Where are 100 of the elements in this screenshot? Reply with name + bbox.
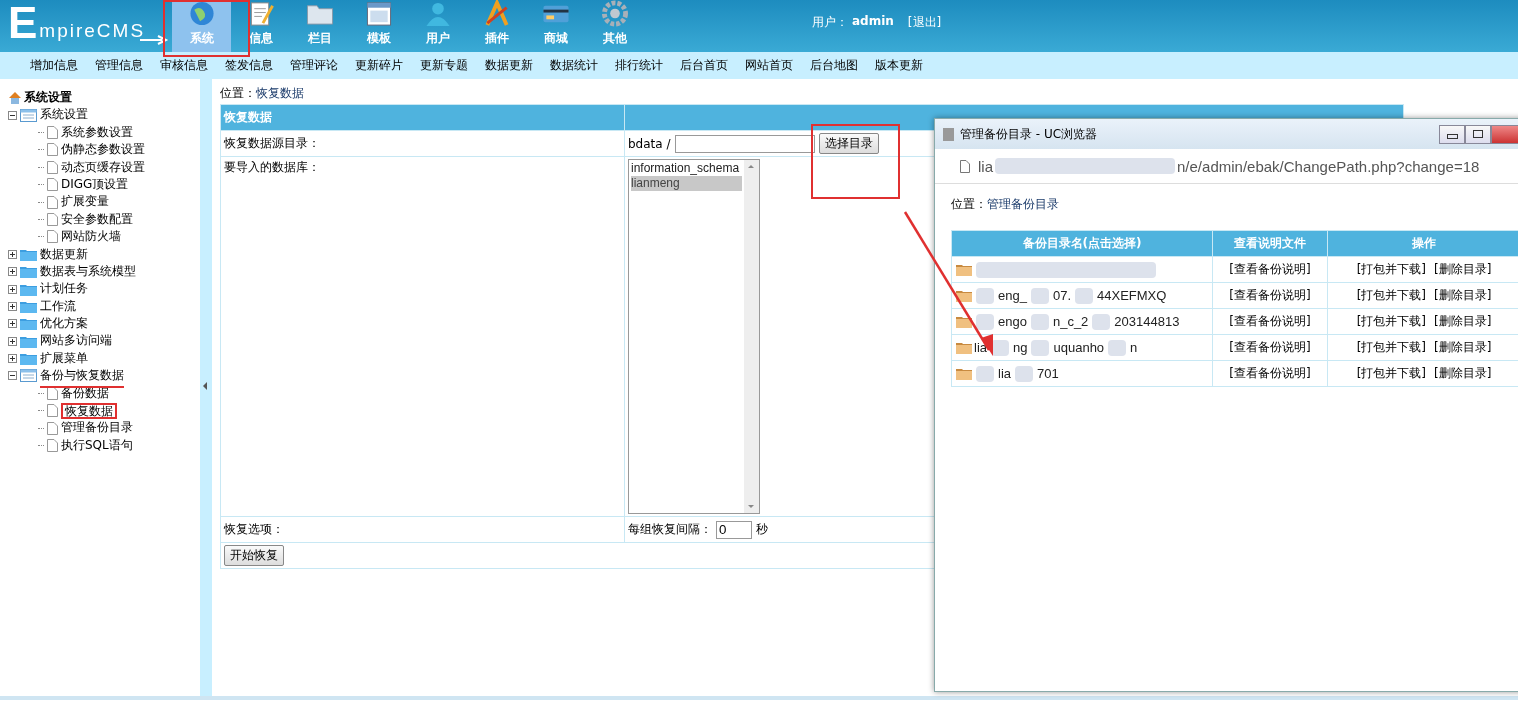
redaction-mark — [1031, 339, 1050, 356]
directory-link[interactable]: eng_ — [998, 288, 1027, 303]
menu-link[interactable]: 后台首页 — [680, 57, 728, 74]
menu-link[interactable]: 版本更新 — [875, 57, 923, 74]
folder-icon — [20, 317, 37, 331]
download-link[interactable]: [打包并下载] — [1356, 262, 1426, 276]
collapse-icon[interactable] — [8, 371, 17, 381]
menu-link[interactable]: 增加信息 — [30, 57, 78, 74]
menu-link[interactable]: 更新专题 — [420, 57, 468, 74]
tree-item[interactable]: 安全参数配置 — [61, 210, 133, 229]
tree-item[interactable]: 动态页缓存设置 — [61, 158, 145, 176]
folder-icon — [20, 265, 37, 279]
address-text: lia — [978, 157, 993, 175]
menu-link[interactable]: 网站首页 — [745, 57, 793, 74]
download-link[interactable]: [打包并下载] — [1356, 314, 1426, 328]
tree-item[interactable]: 计划任务 — [40, 281, 88, 296]
redaction-mark — [1030, 313, 1049, 330]
menu-link[interactable]: 排行统计 — [615, 57, 663, 74]
tree-item[interactable]: 网站防火墙 — [61, 228, 121, 246]
tree-item[interactable]: 系统参数设置 — [61, 123, 133, 142]
menu-link[interactable]: 数据统计 — [550, 57, 598, 74]
tree-item[interactable]: 执行SQL语句 — [61, 436, 133, 455]
menu-link[interactable]: 管理评论 — [290, 57, 338, 74]
download-link[interactable]: [打包并下载] — [1356, 288, 1426, 302]
maximize-icon[interactable] — [1465, 124, 1491, 144]
expand-icon[interactable] — [8, 284, 17, 294]
column-header: 备份目录名(点击选择) — [951, 230, 1213, 257]
column-header: 查看说明文件 — [1212, 230, 1328, 257]
directory-link[interactable]: 44XEFMXQ — [1097, 288, 1167, 303]
user-name: admin — [852, 14, 894, 30]
tree-item[interactable]: 优化方案 — [40, 316, 88, 331]
delete-link[interactable]: [删除目录] — [1434, 340, 1492, 354]
download-link[interactable]: [打包并下载] — [1356, 366, 1426, 380]
delete-link[interactable]: [删除目录] — [1434, 262, 1492, 276]
form-title: 恢复数据 — [220, 104, 625, 131]
tree-item[interactable]: 系统设置 — [40, 107, 88, 122]
redaction-mark — [976, 313, 994, 330]
menu-link[interactable]: 后台地图 — [810, 57, 858, 74]
download-link[interactable]: [打包并下载] — [1356, 340, 1426, 354]
field-label: 恢复选项： — [220, 516, 625, 543]
directory-link[interactable]: ng — [1013, 340, 1028, 355]
database-option[interactable]: lianmeng — [631, 176, 742, 191]
location-label: 位置： — [220, 86, 256, 100]
location-link[interactable]: 管理备份目录 — [987, 197, 1059, 211]
delete-link[interactable]: [删除目录] — [1434, 288, 1492, 302]
path-field[interactable] — [674, 134, 815, 153]
directory-link[interactable]: 07. — [1052, 288, 1071, 303]
directory-link[interactable]: 203144813 — [1114, 314, 1180, 329]
expand-icon[interactable] — [8, 319, 17, 329]
page-icon — [960, 159, 970, 173]
database-list[interactable]: information_schema lianmeng — [628, 159, 760, 514]
menu-link[interactable]: 更新碎片 — [355, 57, 403, 74]
tree-item[interactable]: DIGG顶设置 — [61, 175, 129, 194]
field-label: 要导入的数据库： — [220, 156, 625, 517]
directory-link[interactable]: lia — [974, 340, 987, 355]
folder-icon — [956, 367, 972, 380]
expand-icon[interactable] — [8, 301, 17, 311]
database-option[interactable]: information_schema — [631, 161, 742, 176]
tree-item[interactable]: 扩展变量 — [61, 193, 109, 211]
address-bar[interactable]: lia n/e/admin/ebak/ChangePath.php?change=18 — [935, 149, 1518, 184]
expand-icon[interactable] — [8, 354, 17, 364]
tree-item[interactable]: 备份与恢复数据 — [40, 368, 124, 383]
page-icon — [47, 126, 58, 139]
directory-link[interactable]: 701 — [1037, 366, 1059, 381]
folder-icon — [20, 299, 37, 313]
tree-item[interactable]: 工作流 — [40, 298, 76, 313]
location-link[interactable]: 恢复数据 — [256, 86, 304, 100]
menu-link[interactable]: 管理信息 — [95, 57, 143, 74]
collapse-icon[interactable] — [8, 110, 17, 120]
start-restore-button[interactable]: 开始恢复 — [224, 545, 284, 566]
delete-link[interactable]: [删除目录] — [1434, 314, 1492, 328]
window-title: 管理备份目录 - UC浏览器 — [960, 125, 1098, 143]
expand-icon[interactable] — [8, 336, 17, 346]
menu-link[interactable]: 审核信息 — [160, 57, 208, 74]
tree-item[interactable]: 伪静态参数设置 — [61, 141, 145, 159]
minimize-icon[interactable] — [1439, 124, 1465, 144]
list-icon — [20, 369, 37, 383]
sidebar-title: 系统设置 — [24, 89, 72, 106]
tree-item[interactable]: 备份数据 — [61, 384, 109, 403]
logo: E mpireCMS — [0, 0, 172, 52]
directory-link[interactable]: n_c_2 — [1052, 314, 1089, 329]
delete-link[interactable]: [删除目录] — [1434, 366, 1492, 380]
directory-link[interactable]: uquanho — [1053, 340, 1105, 355]
interval-field[interactable]: 0 — [716, 520, 752, 539]
menu-link[interactable]: 数据更新 — [485, 57, 533, 74]
tree-item[interactable]: 数据表与系统模型 — [40, 263, 136, 278]
directory-link[interactable]: n — [1130, 340, 1138, 355]
menu-link[interactable]: 签发信息 — [225, 57, 273, 74]
choose-dir-button[interactable]: 选择目录 — [818, 133, 879, 154]
tree-item[interactable]: 扩展菜单 — [40, 350, 88, 365]
tree-item[interactable]: 恢复数据 — [65, 403, 113, 418]
expand-icon[interactable] — [8, 249, 17, 259]
close-icon[interactable] — [1491, 124, 1518, 144]
tree-item[interactable]: 管理备份目录 — [61, 419, 133, 437]
tree-item[interactable]: 数据更新 — [40, 246, 88, 261]
page-icon — [47, 160, 58, 174]
tree-item[interactable]: 网站多访问端 — [40, 333, 112, 348]
expand-icon[interactable] — [8, 267, 17, 277]
directory-link[interactable]: lia — [998, 366, 1011, 381]
directory-link[interactable]: engo — [998, 314, 1027, 329]
